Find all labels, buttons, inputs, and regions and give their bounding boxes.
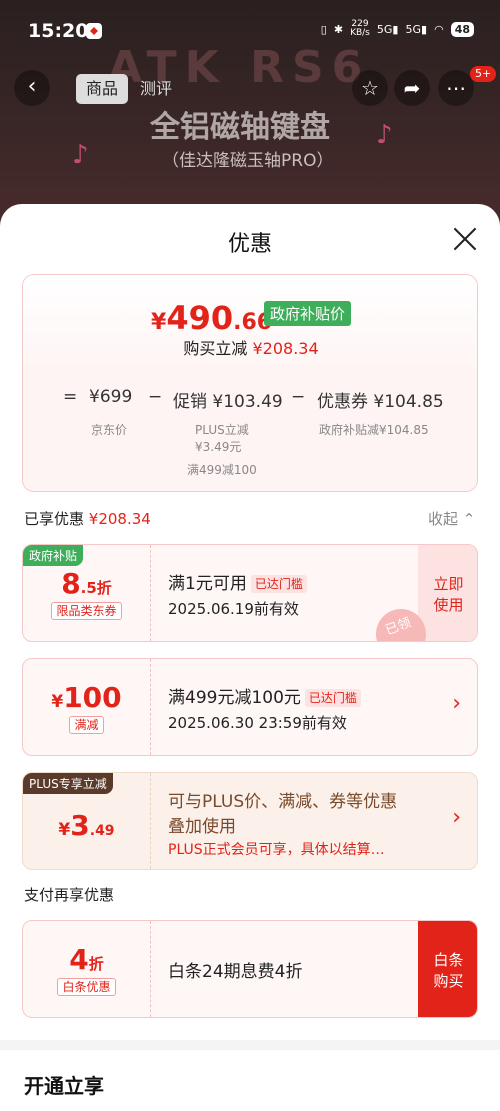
tab-review[interactable]: 测评: [140, 74, 172, 104]
coupon-amount: 优惠券 ¥104.85: [317, 392, 444, 412]
minus-sign: −: [291, 387, 306, 407]
buy-reduce-amount: ¥208.34: [252, 339, 319, 358]
open-enjoy-title: 开通立享: [24, 1074, 104, 1098]
enjoyed-discount: 已享优惠 ¥208.34: [24, 510, 151, 528]
status-icons: ▯ ✱ 229 KB/s 5G▮ 5G▮ ◠ 48: [321, 20, 474, 38]
battery-indicator: 48: [450, 21, 474, 37]
coupon-value: ¥100 满减: [51, 681, 122, 734]
coupon-value: 8.5折 限品类东券: [23, 545, 150, 641]
full-reduce-label: 满499减100: [187, 463, 257, 477]
promo-amount: 促销 ¥103.49: [173, 392, 283, 412]
product-hero: ATK RS6 全铝磁轴键盘 （佳达隆磁玉轴PRO） ♪ ♪ 15:20 ▯ ✱…: [0, 0, 500, 230]
hero-caption: （佳达隆磁玉轴PRO）: [162, 151, 334, 171]
music-note-icon: ♪: [72, 140, 89, 170]
back-button[interactable]: ‹: [14, 70, 50, 106]
buy-reduce-line: 购买立减 ¥208.34: [183, 339, 319, 358]
coupon-value: ¥3.49: [58, 809, 115, 842]
signal-5g-1: 5G▮: [376, 22, 399, 36]
equals-sign: =: [63, 387, 78, 407]
net-speed: 229 KB/s: [350, 19, 370, 38]
tab-goods[interactable]: 商品: [76, 74, 128, 104]
collapse-toggle[interactable]: 收起 ⌃: [428, 508, 475, 529]
music-note-icon: ♪: [376, 120, 393, 150]
chevron-right-icon[interactable]: ›: [452, 805, 461, 830]
coupon-detail: 满499元减100元 已达门槛 2025.06.30 23:59前有效: [168, 683, 361, 733]
minus-sign: −: [148, 387, 163, 407]
coupon-value: 4折 白条优惠: [23, 921, 150, 1017]
hero-subtitle: 全铝磁轴键盘: [150, 110, 330, 145]
coupon-detail: 可与PLUS价、满减、券等优惠 叠加使用 PLUS正式会员可享，具体以结算…: [168, 792, 398, 858]
vibrate-icon: ▯: [320, 22, 327, 36]
jd-price-label: 京东价: [91, 423, 128, 437]
close-icon[interactable]: [450, 224, 480, 254]
coupon-plus[interactable]: PLUS专享立减 ¥3.49 可与PLUS价、满减、券等优惠 叠加使用 PLUS…: [22, 772, 478, 870]
status-bar: 15:20 ▯ ✱ 229 KB/s 5G▮ 5G▮ ◠ 48: [0, 0, 500, 60]
chevron-right-icon[interactable]: ›: [452, 691, 461, 716]
baitiao-offer[interactable]: 4折 白条优惠 白条24期息费4折 白条 购买: [22, 920, 478, 1018]
more-icon[interactable]: ⋯: [438, 70, 474, 106]
price-formula: = ¥699 − 促销 ¥103.49 − 优惠券 ¥104.85 京东价 PL…: [23, 375, 477, 491]
jd-price: ¥699: [89, 387, 133, 407]
clock: 15:20: [28, 20, 89, 42]
coupon-detail: 满1元可用 已达门槛 2025.06.19前有效: [168, 569, 307, 619]
favorite-star-icon[interactable]: ☆: [352, 70, 388, 106]
coupon-pill: 白条优惠: [57, 978, 116, 996]
nav-bar: ‹ 商品 测评 ☆ ➦ ⋯ 5+: [0, 66, 500, 108]
gov-subsidy-badge: 政府补贴价: [264, 301, 352, 326]
wifi-icon: ◠: [434, 22, 444, 36]
pay-discount-title: 支付再享优惠: [24, 886, 115, 904]
coupon-detail: 白条24期息费4折: [168, 962, 303, 982]
coupon-pill: 限品类东券: [51, 602, 122, 620]
plus-reduce-amount: ¥3.49元: [195, 440, 242, 454]
price-breakdown-card: ¥490.66 政府补贴价 购买立减 ¥208.34 = ¥699 − 促销 ¥…: [22, 274, 478, 492]
use-now-button[interactable]: 立即 使用: [418, 545, 477, 641]
sheet-title: 优惠: [227, 232, 272, 257]
signal-5g-2: 5G▮: [405, 22, 428, 36]
coupon-pill: 满减: [69, 716, 104, 734]
coupon-gov-subsidy[interactable]: 政府补贴 8.5折 限品类东券 满1元可用 已达门槛 2025.06.19前有效 …: [22, 544, 478, 642]
jd-app-icon: [86, 23, 102, 39]
price-summary: ¥490.66 政府补贴价 购买立减 ¥208.34: [23, 275, 477, 375]
discount-sheet: 优惠 ¥490.66 政府补贴价 购买立减 ¥208.34 = ¥699 − 促…: [0, 204, 500, 1111]
bluetooth-icon: ✱: [333, 22, 344, 36]
plus-reduce-label: PLUS立减: [195, 423, 249, 437]
final-price: ¥490.66: [151, 299, 273, 337]
baitiao-buy-button[interactable]: 白条 购买: [418, 921, 477, 1017]
section-divider: [0, 1040, 500, 1050]
coupon-full-reduce[interactable]: ¥100 满减 满499元减100元 已达门槛 2025.06.30 23:59前…: [22, 658, 478, 756]
enjoyed-amount: ¥208.34: [88, 510, 151, 528]
share-icon[interactable]: ➦: [394, 70, 430, 106]
gov-reduce-label: 政府补贴减¥104.85: [319, 423, 429, 437]
message-badge: 5+: [470, 66, 497, 82]
